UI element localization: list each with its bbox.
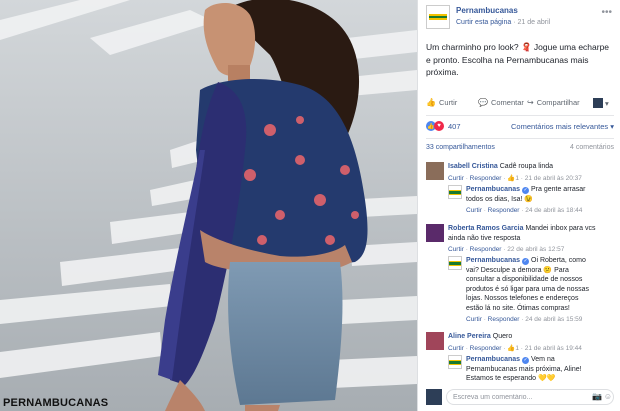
comment-sort-label: Comentários mais relevantes: [511, 122, 609, 131]
comment-author-link[interactable]: Pernambucanas: [466, 356, 520, 363]
comment-date[interactable]: 21 de abril às 20:37: [525, 175, 582, 182]
user-avatar: [426, 389, 442, 405]
chevron-down-icon: ▾: [610, 122, 614, 131]
shares-count-link[interactable]: 33 compartilhamentos: [426, 144, 495, 151]
comment-body: Pernambucanas ✓ Pra gente arrasar todos …: [466, 185, 594, 216]
post-side-panel: Pernambucanas Curtir esta página · 21 de…: [417, 0, 620, 411]
chevron-down-icon: ▾: [605, 98, 609, 108]
comment-date[interactable]: 24 de abril às 15:59: [525, 316, 582, 323]
post-date[interactable]: 21 de abril: [518, 19, 551, 26]
comment-like-count: 1: [515, 174, 519, 182]
comment-date[interactable]: 21 de abril às 19:44: [525, 345, 582, 352]
comment-like-link[interactable]: Curtir: [466, 316, 482, 323]
comment-body: Isabell Cristina Cadê roupa linda Curtir…: [448, 162, 598, 183]
comment-icon: 💬: [478, 98, 488, 107]
comment-count: 4 comentários: [570, 144, 614, 151]
comment-like-link[interactable]: Curtir: [448, 175, 464, 182]
post-as-selector[interactable]: ▾: [593, 98, 609, 108]
comment-meta: Curtir · Responder · 22 de abril às 12:5…: [448, 246, 565, 253]
thumbs-up-icon: 👍: [426, 98, 436, 107]
comment-reply-link[interactable]: Responder: [470, 175, 502, 182]
comment-meta: Curtir · Responder · 👍1 · 21 de abril às…: [448, 344, 582, 352]
verified-badge-icon: ✓: [522, 258, 530, 265]
comment-like-count: 1: [515, 344, 519, 352]
page-avatar[interactable]: [448, 185, 462, 199]
comment-like-link[interactable]: Curtir: [448, 345, 464, 352]
brand-logo-icon: [449, 359, 461, 365]
comment-body: Aline Pereira Quero Curtir · Responder ·…: [448, 332, 598, 353]
reaction-count[interactable]: 407: [448, 122, 461, 131]
comment-author-link[interactable]: Pernambucanas: [466, 186, 520, 193]
comment-text: Cadê roupa linda: [499, 163, 554, 170]
reactions-bar: 👍 ♥ 407 Comentários mais relevantes ▾: [426, 121, 616, 133]
post-stats: 33 compartilhamentos 4 comentários: [426, 144, 616, 154]
comment-input[interactable]: [446, 389, 614, 405]
comment-like-link[interactable]: Curtir: [466, 207, 482, 214]
facebook-photo-viewer: PERNAMBUCANAS Pernambucanas Curtir esta …: [0, 0, 620, 411]
share-button-label: Compartilhar: [536, 98, 580, 107]
comment-body: Pernambucanas ✓ Oi Roberta, como vai? De…: [466, 256, 594, 325]
like-button-label: Curtir: [438, 98, 458, 107]
comment-author-link[interactable]: Aline Pereira: [448, 333, 491, 340]
verified-badge-icon: ✓: [522, 187, 530, 194]
share-icon: ↪: [527, 98, 534, 107]
brand-logo-icon: [449, 189, 461, 195]
page-avatar[interactable]: [426, 5, 450, 29]
comment-author-link[interactable]: Pernambucanas: [466, 257, 520, 264]
emoji-icon[interactable]: ☺: [604, 392, 612, 401]
comment-author-link[interactable]: Isabell Cristina: [448, 163, 498, 170]
love-reaction-icon: ♥: [434, 121, 444, 131]
photo-illustration: [0, 0, 417, 411]
comment-sort-dropdown[interactable]: Comentários mais relevantes ▾: [511, 122, 614, 131]
comment-meta: Curtir · Responder · 24 de abril às 15:5…: [466, 316, 583, 323]
comment-date[interactable]: 22 de abril às 12:57: [507, 246, 564, 253]
commenter-avatar[interactable]: [426, 162, 444, 180]
brand-logo-icon: [449, 260, 461, 266]
comment-body: Roberta Ramos Garcia Mandei inbox para v…: [448, 224, 598, 255]
divider: [426, 138, 614, 139]
comment-button-label: Comentar: [490, 98, 524, 107]
brand-logo-icon: [429, 14, 447, 20]
comment-meta: Curtir · Responder · 24 de abril às 18:4…: [466, 207, 583, 214]
more-options-icon[interactable]: •••: [601, 7, 612, 18]
page-avatar[interactable]: [448, 256, 462, 270]
commenter-avatar[interactable]: [426, 224, 444, 242]
post-photo[interactable]: PERNAMBUCANAS: [0, 0, 417, 411]
post-actions-bar: 👍 Curtir 💬 Comentar ↪ Compartilhar ▾: [426, 98, 618, 112]
comment-reply-link[interactable]: Responder: [470, 246, 502, 253]
post-text: Um charminho pro look? 🧣 Jogue uma echar…: [426, 42, 610, 77]
comment-text: Quero: [492, 333, 513, 340]
comment-button[interactable]: 💬 Comentar: [478, 98, 524, 107]
like-button[interactable]: 👍 Curtir: [426, 98, 457, 107]
comment-author-link[interactable]: Roberta Ramos Garcia: [448, 225, 523, 232]
comment-meta: Curtir · Responder · 👍1 · 21 de abril às…: [448, 174, 582, 182]
post-header: Pernambucanas Curtir esta página · 21 de…: [426, 5, 616, 31]
user-avatar: [593, 98, 603, 108]
comment-body: Pernambucanas ✓ Vem na Pernambucanas mai…: [466, 355, 594, 384]
comment-date[interactable]: 24 de abril às 18:44: [525, 207, 582, 214]
comment-like-link[interactable]: Curtir: [448, 246, 464, 253]
camera-icon[interactable]: 📷: [592, 392, 602, 401]
page-avatar[interactable]: [448, 355, 462, 369]
reaction-icons[interactable]: 👍 ♥: [426, 121, 444, 131]
comment-reply-link[interactable]: Responder: [488, 207, 520, 214]
share-button[interactable]: ↪ Compartilhar: [527, 98, 580, 107]
page-name-link[interactable]: Pernambucanas: [456, 6, 518, 15]
commenter-avatar[interactable]: [426, 332, 444, 350]
comment-reply-link[interactable]: Responder: [488, 316, 520, 323]
verified-badge-icon: ✓: [522, 357, 530, 364]
comment-composer: 📷 ☺: [426, 387, 616, 407]
photo-brand-watermark: PERNAMBUCANAS: [3, 397, 109, 409]
post-meta: Curtir esta página · 21 de abril: [456, 19, 550, 26]
like-page-link[interactable]: Curtir esta página: [456, 19, 511, 26]
divider: [426, 115, 614, 116]
comment-reply-link[interactable]: Responder: [470, 345, 502, 352]
comment-text: Oi Roberta, como vai? Desculpe a demora …: [466, 257, 589, 312]
